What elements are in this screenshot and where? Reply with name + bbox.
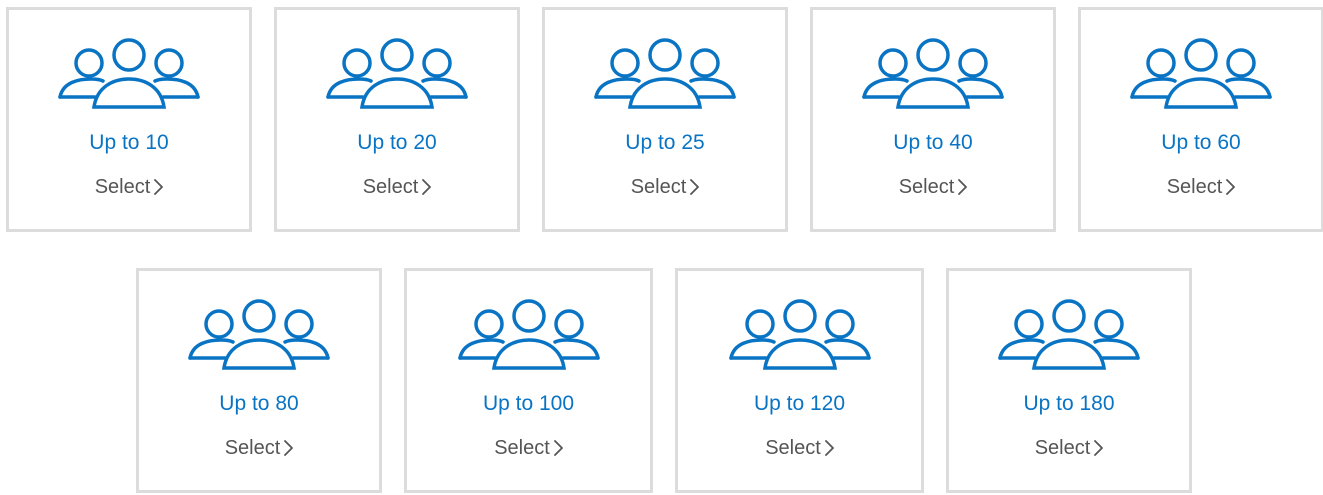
capacity-card-20[interactable]: Up to 20 Select: [274, 7, 520, 232]
group-of-people-icon: [58, 38, 200, 109]
capacity-label: Up to 10: [89, 131, 169, 154]
select-label: Select: [1166, 176, 1223, 198]
capacity-label: Up to 20: [357, 131, 437, 154]
group-of-people-icon: [728, 299, 871, 370]
chevron-right-icon: [284, 440, 294, 456]
select-link[interactable]: Select: [899, 174, 968, 200]
capacity-label: Up to 80: [219, 392, 299, 415]
group-of-people-icon: [594, 38, 736, 109]
capacity-label: Up to 40: [893, 131, 973, 154]
capacity-label: Up to 120: [753, 392, 846, 415]
select-label: Select: [630, 176, 687, 198]
group-of-people-icon: [998, 299, 1140, 370]
chevron-right-icon: [154, 179, 164, 195]
chevron-right-icon: [824, 440, 834, 456]
chevron-right-icon: [690, 179, 700, 195]
chevron-right-icon: [1094, 440, 1104, 456]
group-of-people-icon: [457, 299, 600, 370]
select-label: Select: [94, 176, 151, 198]
select-link[interactable]: Select: [631, 174, 700, 200]
capacity-card-10[interactable]: Up to 10 Select: [6, 7, 252, 232]
capacity-label: Up to 180: [1023, 392, 1115, 415]
chevron-right-icon: [1226, 179, 1236, 195]
group-of-people-icon: [862, 38, 1004, 109]
select-label: Select: [898, 176, 955, 198]
capacity-selector: Up to 10 Select Up to 20 Select Up to 25…: [0, 0, 1323, 495]
capacity-row-bottom: Up to 80 Select Up to 100 Select Up to 1…: [136, 268, 1192, 493]
capacity-card-100[interactable]: Up to 100 Select: [404, 268, 653, 493]
capacity-label: Up to 25: [625, 131, 705, 154]
capacity-label: Up to 100: [482, 392, 575, 415]
capacity-label: Up to 60: [1161, 131, 1241, 154]
select-link[interactable]: Select: [363, 174, 432, 200]
select-label: Select: [1034, 437, 1091, 459]
capacity-card-120[interactable]: Up to 120 Select: [675, 268, 924, 493]
select-link[interactable]: Select: [1167, 174, 1236, 200]
chevron-right-icon: [422, 179, 432, 195]
capacity-card-25[interactable]: Up to 25 Select: [542, 7, 788, 232]
select-link[interactable]: Select: [95, 174, 164, 200]
chevron-right-icon: [958, 179, 968, 195]
select-label: Select: [765, 437, 821, 459]
capacity-card-40[interactable]: Up to 40 Select: [810, 7, 1056, 232]
select-link[interactable]: Select: [225, 435, 294, 461]
group-of-people-icon: [188, 299, 330, 370]
select-label: Select: [362, 176, 419, 198]
select-link[interactable]: Select: [1035, 435, 1104, 461]
capacity-row-top: Up to 10 Select Up to 20 Select Up to 25…: [6, 7, 1323, 232]
capacity-card-80[interactable]: Up to 80 Select: [136, 268, 382, 493]
group-of-people-icon: [326, 38, 468, 109]
chevron-right-icon: [553, 440, 563, 456]
capacity-card-180[interactable]: Up to 180 Select: [946, 268, 1192, 493]
select-label: Select: [224, 437, 281, 459]
select-link[interactable]: Select: [494, 435, 563, 461]
group-of-people-icon: [1130, 38, 1272, 109]
select-label: Select: [494, 437, 550, 459]
select-link[interactable]: Select: [765, 435, 834, 461]
capacity-card-60[interactable]: Up to 60 Select: [1078, 7, 1323, 232]
